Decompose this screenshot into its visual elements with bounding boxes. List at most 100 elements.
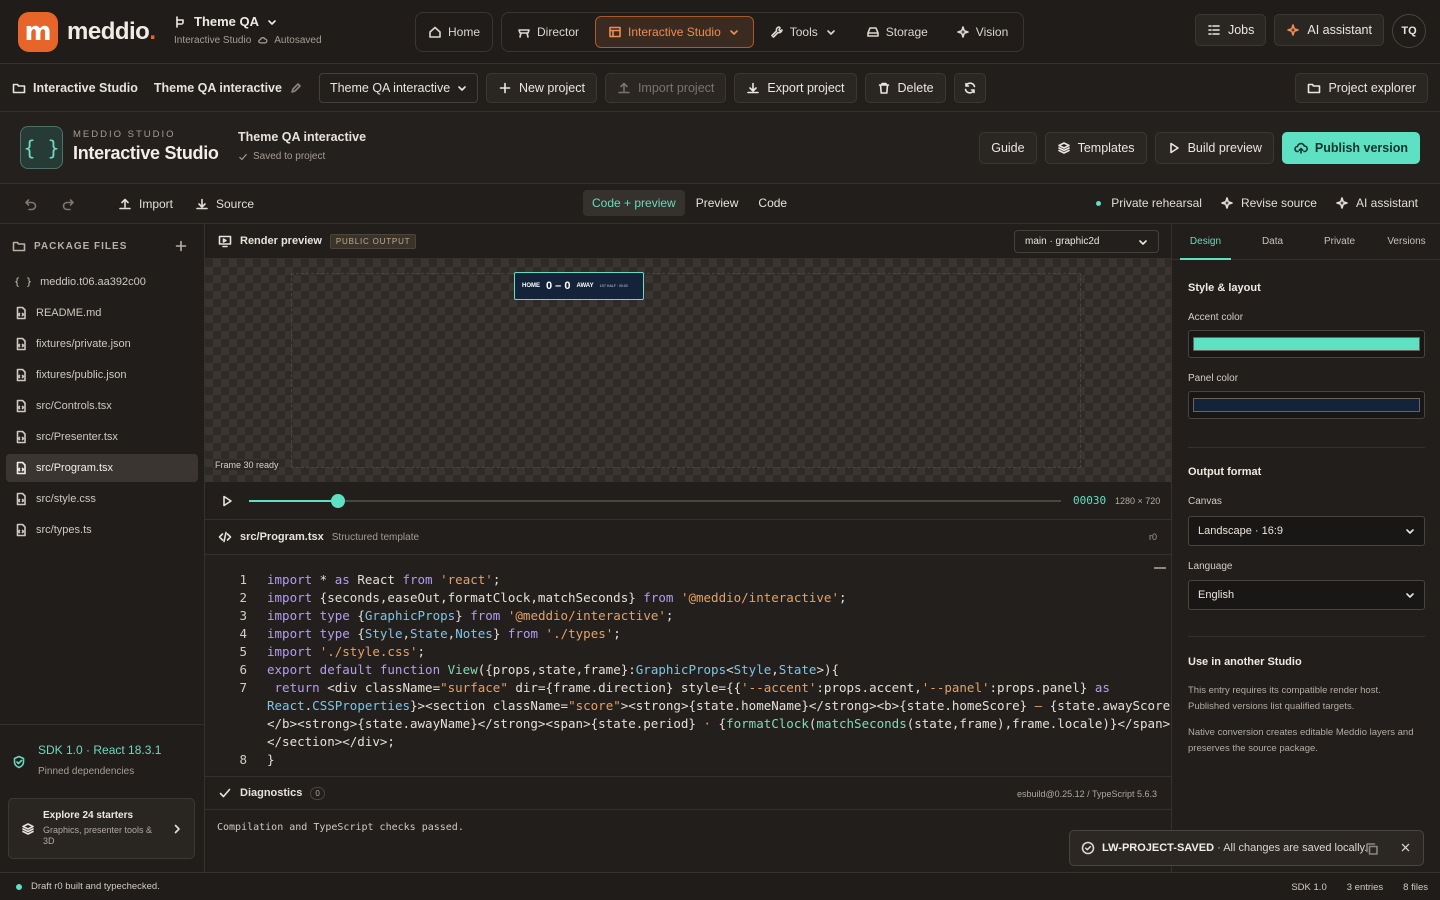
studio-project-status: Saved to project	[253, 151, 326, 162]
timeline-scrubber[interactable]	[249, 494, 1061, 508]
line-number: 6	[239, 662, 247, 677]
avatar[interactable]: TQ	[1392, 14, 1426, 48]
project-name-crumb[interactable]: Theme QA interactive	[154, 81, 303, 95]
plus-icon[interactable]	[174, 239, 188, 253]
accent-color-picker[interactable]	[1188, 330, 1425, 358]
tab-code[interactable]: Code	[749, 190, 796, 216]
diagnostics-header[interactable]: Diagnostics 0 esbuild@0.25.12 / TypeScri…	[205, 776, 1171, 810]
project-select[interactable]: Theme QA interactive	[318, 72, 478, 103]
panel-color-label: Panel color	[1188, 373, 1239, 384]
redo-icon[interactable]	[61, 197, 75, 211]
code-line: import type {GraphicProps} from '@meddio…	[267, 608, 674, 623]
jobs-button[interactable]: Jobs	[1194, 14, 1267, 46]
divider	[1188, 636, 1425, 637]
file-item[interactable]: src/Program.tsx	[6, 454, 198, 482]
tab-data[interactable]: Data	[1239, 224, 1306, 259]
delete-button[interactable]: Delete	[864, 72, 946, 103]
file-name: meddio.t06.aa392c00	[40, 276, 146, 288]
project-explorer-button[interactable]: Project explorer	[1295, 73, 1428, 103]
check-icon	[238, 152, 248, 162]
studio-title: Interactive Studio	[73, 143, 219, 163]
upload-icon	[617, 81, 631, 95]
pencil-icon[interactable]	[289, 81, 303, 95]
refresh-button[interactable]	[953, 72, 986, 103]
tab-code-preview[interactable]: Code + preview	[583, 190, 685, 216]
panel-color-swatch	[1193, 398, 1420, 412]
file-item[interactable]: { } meddio.t06.aa392c00	[6, 268, 198, 296]
ai-assistant-button[interactable]: AI assistant	[1274, 14, 1384, 46]
new-project-button[interactable]: New project	[485, 72, 597, 103]
nav-vision[interactable]: Vision	[944, 16, 1020, 48]
explore-starters-card[interactable]: Explore 24 starters Graphics, presenter …	[8, 798, 195, 859]
file-list: { } meddio.t06.aa392c00 README.md fixtures/…	[0, 268, 204, 544]
diagnostics-tool: esbuild@0.25.12 / TypeScript 5.6.3	[1016, 789, 1157, 799]
workspace-switcher[interactable]: Theme QA Interactive Studio Autosaved	[174, 14, 322, 46]
file-item[interactable]: fixtures/private.json	[6, 330, 198, 358]
file-item[interactable]: src/Controls.tsx	[6, 392, 198, 420]
code-editor[interactable]: 1 2 3 4 5 6 7 8 import * as React from 'react';…	[205, 555, 1171, 775]
nav-interactive-studio[interactable]: Interactive Studio	[595, 16, 754, 48]
code-header: src/Program.tsx Structured template r0	[205, 520, 1171, 555]
file-item[interactable]: README.md	[6, 299, 198, 327]
timeline-handle[interactable]	[331, 494, 346, 508]
language-select[interactable]: English	[1188, 580, 1425, 610]
private-rehearsal-toggle[interactable]: Private rehearsal	[1096, 196, 1202, 210]
canvas-select[interactable]: Landscape · 16:9	[1188, 516, 1425, 546]
import-button[interactable]: Import	[118, 197, 173, 211]
nav-tools[interactable]: Tools	[758, 16, 850, 48]
status-files: 8 files	[1403, 882, 1428, 893]
status-sdk: SDK 1.0	[1291, 882, 1327, 893]
copy-icon[interactable]	[1365, 842, 1379, 856]
tab-private[interactable]: Private	[1306, 224, 1373, 259]
import-project-button[interactable]: Import project	[604, 72, 727, 103]
nav-director-label: Director	[537, 25, 580, 39]
line-number: 8	[239, 752, 247, 767]
templates-button[interactable]: Templates	[1044, 132, 1147, 164]
nav-storage[interactable]: Storage	[854, 16, 940, 48]
revise-source-button[interactable]: Revise source	[1220, 196, 1317, 210]
wrench-icon	[770, 25, 784, 39]
trash-icon	[877, 81, 891, 95]
file-item[interactable]: src/Presenter.tsx	[6, 423, 198, 451]
publish-version-button[interactable]: Publish version	[1281, 132, 1420, 164]
undo-icon[interactable]	[24, 197, 38, 211]
nav-home[interactable]: Home	[415, 12, 494, 52]
render-target-select[interactable]: main · graphic2d	[1014, 230, 1159, 253]
folder-icon	[12, 239, 26, 253]
scorebug-graphic: HOME 0 – 0 AWAY 1ST HALF · 00:00	[514, 272, 644, 300]
render-canvas[interactable]: HOME 0 – 0 AWAY 1ST HALF · 00:00 Frame 3…	[205, 259, 1171, 482]
code-line: import * as React from 'react';	[267, 572, 501, 587]
play-icon[interactable]	[220, 494, 234, 508]
nav-director[interactable]: Director	[505, 16, 591, 48]
toolbar-ai-assistant-button[interactable]: AI assistant	[1335, 196, 1418, 210]
workspace-title: Theme QA	[194, 14, 260, 29]
tab-versions[interactable]: Versions	[1373, 224, 1440, 259]
code-line: React.CSSProperties}><section className=…	[267, 698, 1171, 713]
diagnostics-title: Diagnostics	[240, 787, 303, 799]
tab-preview[interactable]: Preview	[687, 190, 748, 216]
guide-button[interactable]: Guide	[979, 132, 1037, 164]
source-button[interactable]: Source	[195, 197, 254, 211]
file-item[interactable]: src/style.css	[6, 485, 198, 513]
tab-design[interactable]: Design	[1172, 224, 1239, 260]
code-line: export default function View({props,stat…	[267, 662, 840, 677]
build-preview-label: Build preview	[1187, 141, 1262, 155]
chevron-down-icon	[824, 25, 838, 39]
file-icon	[14, 368, 28, 382]
code-line: import {seconds,easeOut,formatClock,matc…	[267, 590, 847, 605]
brand-logo[interactable]: m meddio.	[18, 12, 156, 52]
breadcrumb-section[interactable]: Interactive Studio	[33, 81, 138, 95]
export-project-button[interactable]: Export project	[734, 72, 857, 103]
file-item[interactable]: src/types.ts	[6, 516, 198, 544]
preview-title: Render preview	[240, 235, 322, 247]
line-number: 4	[239, 626, 247, 641]
build-preview-button[interactable]: Build preview	[1154, 132, 1274, 164]
canvas-select-value: Landscape · 16:9	[1198, 525, 1284, 537]
file-item[interactable]: fixtures/public.json	[6, 361, 198, 389]
code-line: }	[267, 752, 275, 767]
sdk-version: SDK 1.0 · React 18.3.1	[38, 743, 162, 757]
chevron-down-icon	[455, 81, 469, 95]
close-icon[interactable]	[1400, 842, 1411, 853]
panel-color-picker[interactable]	[1188, 391, 1425, 419]
language-select-value: English	[1198, 589, 1235, 601]
